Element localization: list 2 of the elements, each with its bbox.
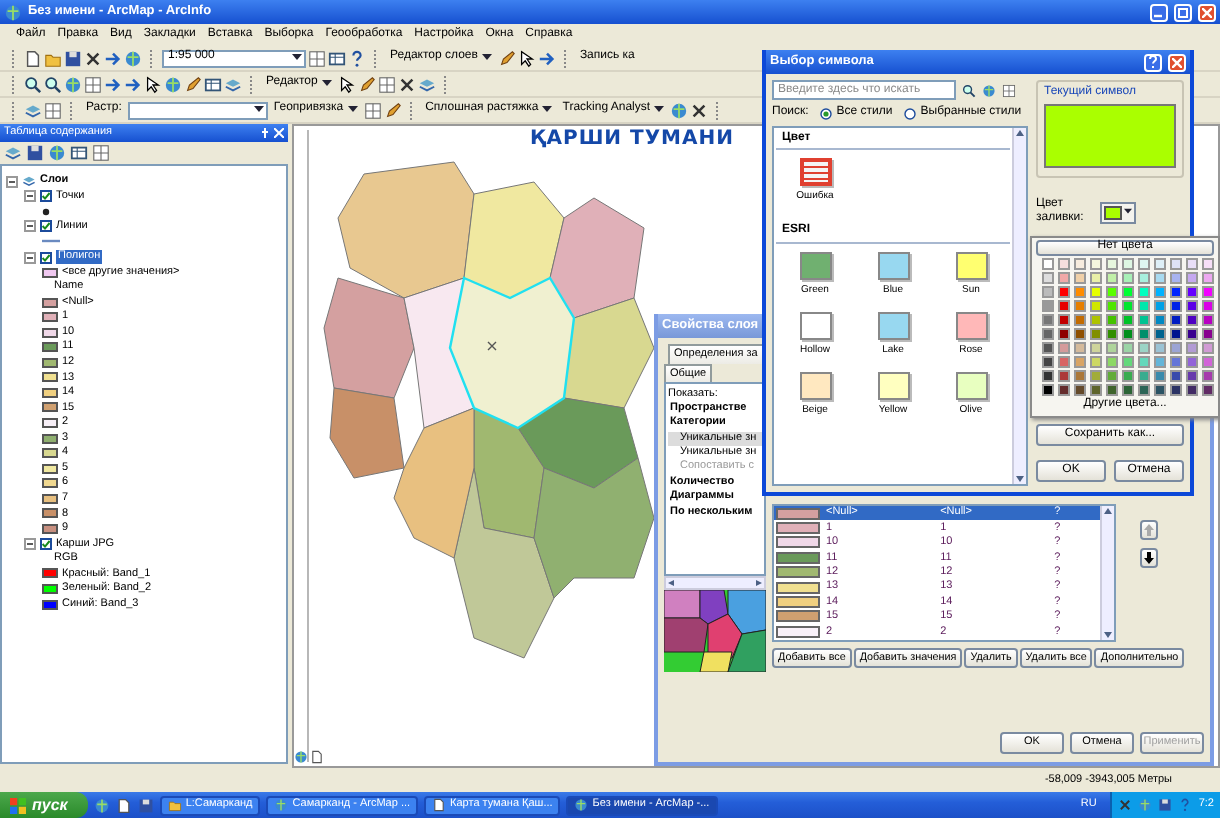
map-title: ҚАРШИ ТУМАНИ: [530, 128, 734, 152]
start-button[interactable]: пуск: [0, 792, 88, 818]
